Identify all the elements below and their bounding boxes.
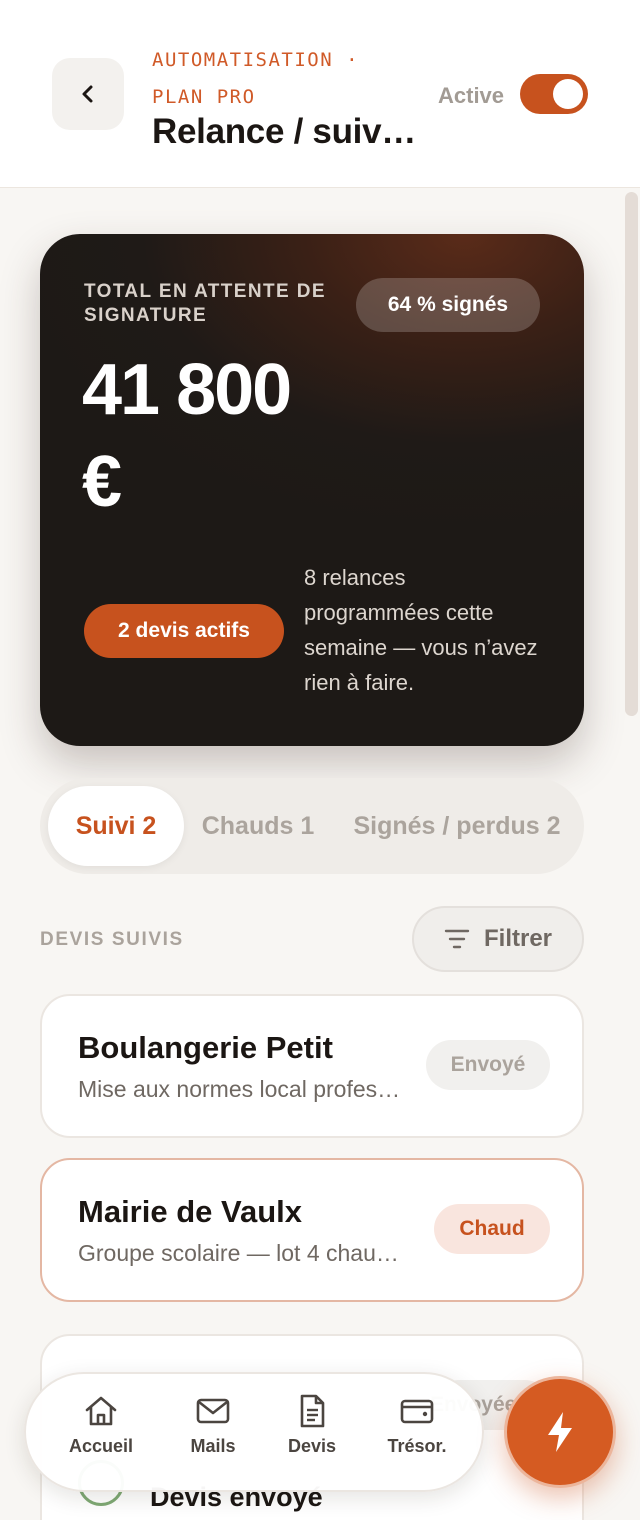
devis-description: Groupe scolaire — lot 4 chauffage — [78, 1240, 404, 1266]
pending-amount: 41 800 € — [82, 350, 292, 522]
quick-action-button[interactable] — [504, 1376, 616, 1488]
devis-description: Mise aux normes local professionnel — [78, 1076, 404, 1102]
active-devis-button[interactable]: 2 devis actifs — [84, 604, 284, 658]
nav-item-devis[interactable]: Devis — [262, 1392, 362, 1476]
nav-label: Mails — [190, 1436, 236, 1456]
filter-label: Filtrer — [483, 925, 552, 952]
bottom-nav: Accueil Mails Devis Trésor. — [24, 1372, 484, 1492]
status-badge: Chaud — [434, 1204, 550, 1254]
devis-card[interactable]: Boulangerie Petit Mise aux normes local … — [40, 994, 584, 1138]
reminder-note: 8 relances programmées cette semaine — v… — [304, 565, 538, 695]
status-badge: Envoyé — [426, 1040, 550, 1090]
active-label: Active — [438, 83, 505, 108]
nav-label: Trésor. — [387, 1436, 447, 1456]
filter-button[interactable]: Filtrer — [412, 906, 584, 972]
automation-toggle[interactable] — [520, 74, 588, 114]
document-icon — [293, 1392, 331, 1430]
filter-icon — [444, 929, 470, 949]
tab-signes-perdus[interactable]: Signés / perdus 2 — [338, 786, 576, 866]
top-bar: AUTOMATISATION · PLAN PRO Relance / suiv… — [0, 0, 640, 188]
devis-client-name: Mairie de Vaulx — [78, 1194, 302, 1229]
scrollbar[interactable] — [625, 192, 638, 716]
signed-rate-badge: 64 % signés — [356, 278, 540, 332]
lightning-icon — [548, 1412, 572, 1452]
tab-suivi[interactable]: Suivi 2 — [48, 786, 184, 866]
devis-client-name: Boulangerie Petit — [78, 1030, 333, 1065]
devis-card[interactable]: Mairie de Vaulx Groupe scolaire — lot 4 … — [40, 1158, 584, 1302]
nav-label: Accueil — [68, 1436, 134, 1456]
summary-label: TOTAL EN ATTENTE DE SIGNATURE — [84, 281, 326, 326]
mail-icon — [194, 1392, 232, 1430]
tab-chauds[interactable]: Chauds 1 — [190, 786, 326, 866]
home-icon — [82, 1392, 120, 1430]
nav-label: Devis — [287, 1436, 337, 1456]
devis-tabs: Suivi 2 Chauds 1 Signés / perdus 2 — [40, 778, 584, 874]
page-title: Relance / suivi devis — [152, 112, 422, 151]
plan-overline: AUTOMATISATION · PLAN PRO — [152, 49, 360, 108]
nav-item-mails[interactable]: Mails — [163, 1392, 263, 1476]
section-title: DEVIS SUIVIS — [40, 929, 184, 950]
summary-card: TOTAL EN ATTENTE DE SIGNATURE 64 % signé… — [40, 234, 584, 746]
wallet-icon — [398, 1392, 436, 1430]
back-button[interactable] — [52, 58, 124, 130]
nav-item-tresorerie[interactable]: Trésor. — [367, 1392, 467, 1476]
toggle-knob — [553, 79, 583, 109]
nav-item-accueil[interactable]: Accueil — [51, 1392, 151, 1476]
chevron-left-icon — [82, 85, 93, 103]
